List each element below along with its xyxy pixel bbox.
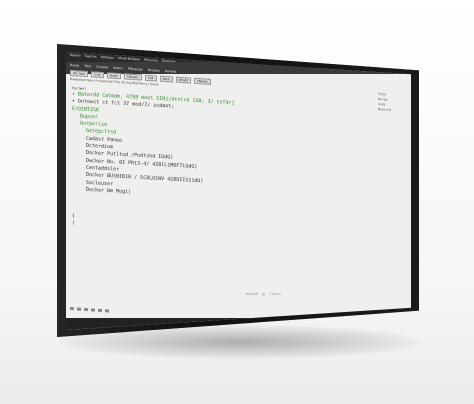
monitor: Dabian Dasciirs Vebstsys Sfrvat Mnllsiae Pst… — [0, 0, 474, 404]
taskbar-app-icon[interactable] — [84, 307, 88, 312]
taskbar-app-icon[interactable] — [98, 308, 102, 313]
monitor-brand: Nlogdat Cuboru — [246, 292, 281, 296]
brand-right: Cuboru — [269, 292, 282, 296]
menu-item[interactable]: Tolst — [84, 64, 91, 68]
menu-item[interactable]: Hoyse — [70, 63, 79, 68]
brand-left: Nlogdat — [246, 292, 259, 296]
top-bar-item[interactable]: Dasciirs — [85, 54, 97, 59]
right-panel: Ttnttr Nsl bp Snds Bosd tnd — [378, 92, 406, 114]
top-bar-item[interactable]: Vebstsys — [100, 55, 113, 60]
terminal-content: Hsk Nmfl ✦ Batordd Catmam, 4798 meet SIN1… — [72, 86, 372, 245]
power-led-icon — [262, 292, 266, 296]
top-bar-item[interactable]: Dabian — [70, 53, 81, 58]
menu-item[interactable]: Nrssaes — [148, 68, 160, 73]
product-scene: Dabian Dasciirs Vebstsys Sfrvat Mnllsiae Pst… — [0, 0, 474, 404]
taskbar-app-icon[interactable] — [70, 307, 74, 311]
taskbar-app-icon[interactable] — [77, 307, 81, 311]
monitor-screen: Dabian Dasciirs Vebstsys Sfrvat Mnllsiae Pst… — [66, 52, 411, 330]
menu-item[interactable]: Ffleranser — [128, 67, 143, 72]
menu-item[interactable]: Yoolbnk — [165, 69, 176, 74]
menu-item[interactable]: Cnrsatw — [96, 65, 108, 70]
taskbar-app-icon[interactable] — [105, 309, 109, 313]
right-panel-item[interactable]: Bosd tnd — [378, 107, 406, 114]
menu-item[interactable]: Nrsms — [113, 66, 123, 71]
taskbar-icons — [70, 307, 109, 313]
taskbar-app-icon[interactable] — [91, 308, 95, 312]
